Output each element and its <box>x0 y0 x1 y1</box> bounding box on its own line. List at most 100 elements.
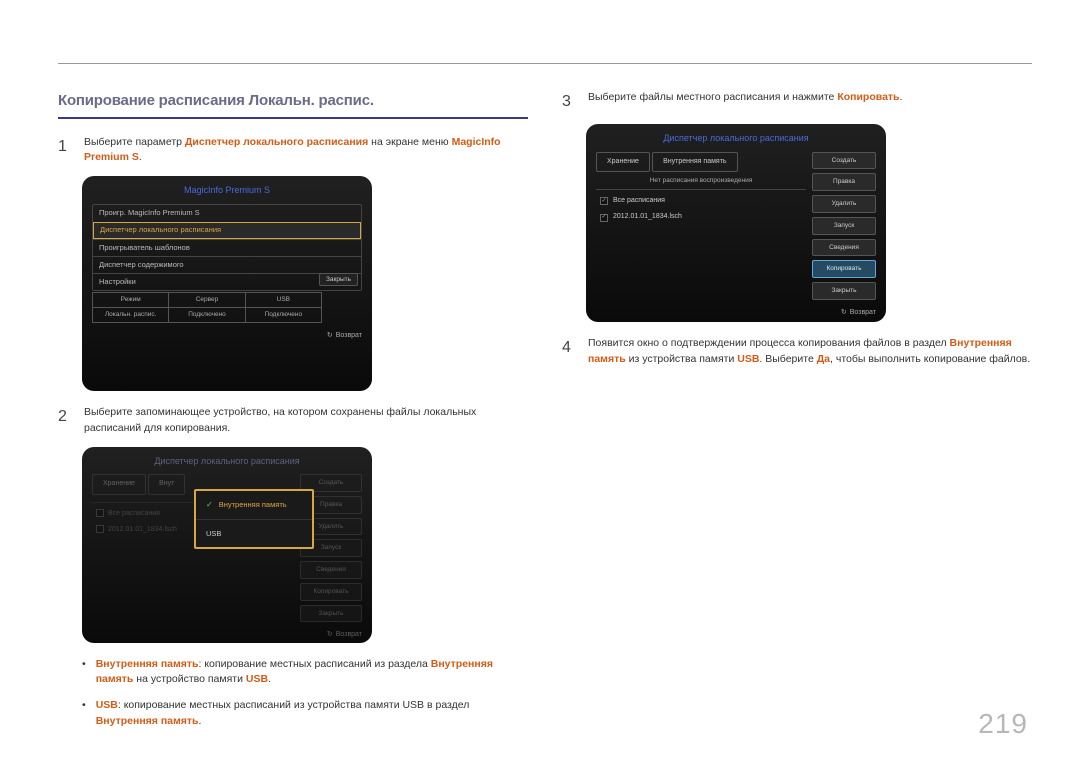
text: на экране меню <box>368 136 451 148</box>
step-1: 1 Выберите параметр Диспетчер локального… <box>58 135 528 167</box>
popup-label: Внутренняя память <box>219 499 287 510</box>
ss3-left: Хранение Внутренняя память Нет расписани… <box>596 152 806 300</box>
list-item[interactable]: ✓ Все расписания <box>596 193 806 210</box>
bullet-dot-icon: • <box>82 657 86 689</box>
hl-text: USB <box>737 353 759 365</box>
side-button[interactable]: Удалить <box>812 195 876 213</box>
step-number: 4 <box>562 336 576 360</box>
return-icon <box>327 332 336 339</box>
popup-option-internal[interactable]: ✓ Внутренняя память <box>196 491 312 519</box>
status-header: Сервер <box>169 293 245 308</box>
step-2-body: Выберите запоминающее устройство, на кот… <box>84 405 528 437</box>
step-4: 4 Появится окно о подтверждении процесса… <box>562 336 1032 368</box>
side-button[interactable]: Закрыть <box>812 282 876 300</box>
step-number: 3 <box>562 90 576 114</box>
storage-label: Хранение <box>596 152 650 173</box>
ss3-subtitle: Нет расписания воспроизведения <box>596 176 806 186</box>
menu-item[interactable]: Проигр. MagicInfo Premium S <box>93 205 361 222</box>
status-value: Локальн. распис. <box>93 308 169 323</box>
return-label[interactable]: Возврат <box>850 309 876 316</box>
checkbox-icon <box>96 509 104 517</box>
popup-option-usb[interactable]: USB <box>196 519 312 547</box>
checkbox-icon <box>96 525 104 533</box>
status-value: Подключено <box>245 308 321 323</box>
text: . Выберите <box>759 353 816 365</box>
checkbox-icon[interactable]: ✓ <box>600 214 608 222</box>
return-row: Возврат <box>92 331 362 342</box>
text: Появится окно о подтверждении процесса к… <box>588 337 950 349</box>
hl-text: USB <box>96 699 118 711</box>
side-button[interactable]: Закрыть <box>300 605 362 623</box>
internal-chip[interactable]: Внутренняя память <box>652 152 737 173</box>
right-column: 3 Выберите файлы местного расписания и н… <box>562 90 1032 723</box>
bullet-item: • USB: копирование местных расписаний из… <box>82 698 528 730</box>
page-number: 219 <box>978 703 1028 745</box>
text: на устройство памяти <box>133 673 246 685</box>
step-number: 2 <box>58 405 72 429</box>
hl-text: Внутренняя память <box>96 715 199 727</box>
text: : копирование местных расписаний из разд… <box>199 658 431 670</box>
side-button[interactable]: Создать <box>812 152 876 170</box>
screenshot-3: Диспетчер локального расписания Хранение… <box>586 124 886 322</box>
left-column: Копирование расписания Локальн. распис. … <box>58 90 528 723</box>
side-button[interactable]: Правка <box>812 173 876 191</box>
row-text: 2012.01.01_1834.lsch <box>613 212 682 223</box>
return-label[interactable]: Возврат <box>336 332 362 339</box>
step-4-body: Появится окно о подтверждении процесса к… <box>588 336 1032 368</box>
text: из устройства памяти <box>626 353 738 365</box>
step-3-body: Выберите файлы местного расписания и наж… <box>588 90 1032 106</box>
internal-slot: Внут <box>148 474 185 495</box>
return-row: Возврат <box>596 308 876 319</box>
row-text: Все расписания <box>613 196 665 207</box>
ss3-right-buttons: Создать Правка Удалить Запуск Сведения К… <box>812 152 876 300</box>
menu-item[interactable]: Диспетчер содержимого <box>93 256 361 273</box>
row-text: 2012.01.01_1834.lsch <box>108 526 177 533</box>
divider <box>596 189 806 190</box>
ss3-body: Хранение Внутренняя память Нет расписани… <box>596 152 876 300</box>
ss3-title: Диспетчер локального расписания <box>596 132 876 146</box>
text: , чтобы выполнить копирование файлов. <box>830 353 1030 365</box>
content-columns: Копирование расписания Локальн. распис. … <box>58 90 1032 723</box>
section-heading: Копирование расписания Локальн. распис. <box>58 90 528 119</box>
return-row: Возврат <box>92 630 362 641</box>
check-icon: ✓ <box>206 499 213 511</box>
text: . <box>139 151 142 163</box>
side-button[interactable]: Копировать <box>300 583 362 601</box>
status-value: Подключено <box>169 308 245 323</box>
bullet-list: • Внутренняя память: копирование местных… <box>82 657 528 730</box>
step-1-body: Выберите параметр Диспетчер локального р… <box>84 135 528 167</box>
step-number: 1 <box>58 135 72 159</box>
storage-popup: ✓ Внутренняя память USB <box>194 489 314 549</box>
side-button-copy[interactable]: Копировать <box>812 260 876 278</box>
ss1-title: MagicInfo Premium S <box>92 184 362 198</box>
bullet-item: • Внутренняя память: копирование местных… <box>82 657 528 689</box>
top-rule <box>58 63 1032 64</box>
text: . <box>199 715 202 727</box>
return-icon <box>841 309 850 316</box>
status-table: Режим Сервер USB Локальн. распис. Подклю… <box>92 292 322 323</box>
side-button[interactable]: Запуск <box>812 217 876 235</box>
bullet-dot-icon: • <box>82 698 86 730</box>
menu-item[interactable]: Проигрыватель шаблонов <box>93 239 361 256</box>
text: Выберите параметр <box>84 136 185 148</box>
text: . <box>900 91 903 103</box>
hl-text: Диспетчер локального расписания <box>185 136 368 148</box>
list-item[interactable]: ✓ 2012.01.01_1834.lsch <box>596 209 806 226</box>
hl-text: USB <box>246 673 268 685</box>
hl-text: Да <box>817 353 830 365</box>
return-label[interactable]: Возврат <box>336 631 362 638</box>
close-button[interactable]: Закрыть <box>319 273 358 287</box>
storage-label: Хранение <box>92 474 146 495</box>
checkbox-icon[interactable]: ✓ <box>600 197 608 205</box>
side-button[interactable]: Сведения <box>300 561 362 579</box>
status-header: Режим <box>93 293 169 308</box>
side-button[interactable]: Сведения <box>812 239 876 257</box>
text: : копирование местных расписаний из устр… <box>118 699 470 711</box>
menu-item-active[interactable]: Диспетчер локального расписания <box>93 222 361 239</box>
screenshot-2: Диспетчер локального расписания Хранение… <box>82 447 372 643</box>
screenshot-1: MagicInfo Premium S Проигр. MagicInfo Pr… <box>82 176 372 391</box>
hl-text: Внутренняя память <box>96 658 199 670</box>
step-2: 2 Выберите запоминающее устройство, на к… <box>58 405 528 437</box>
text: Выберите файлы местного расписания и наж… <box>588 91 837 103</box>
bullet-text: Внутренняя память: копирование местных р… <box>96 657 528 689</box>
